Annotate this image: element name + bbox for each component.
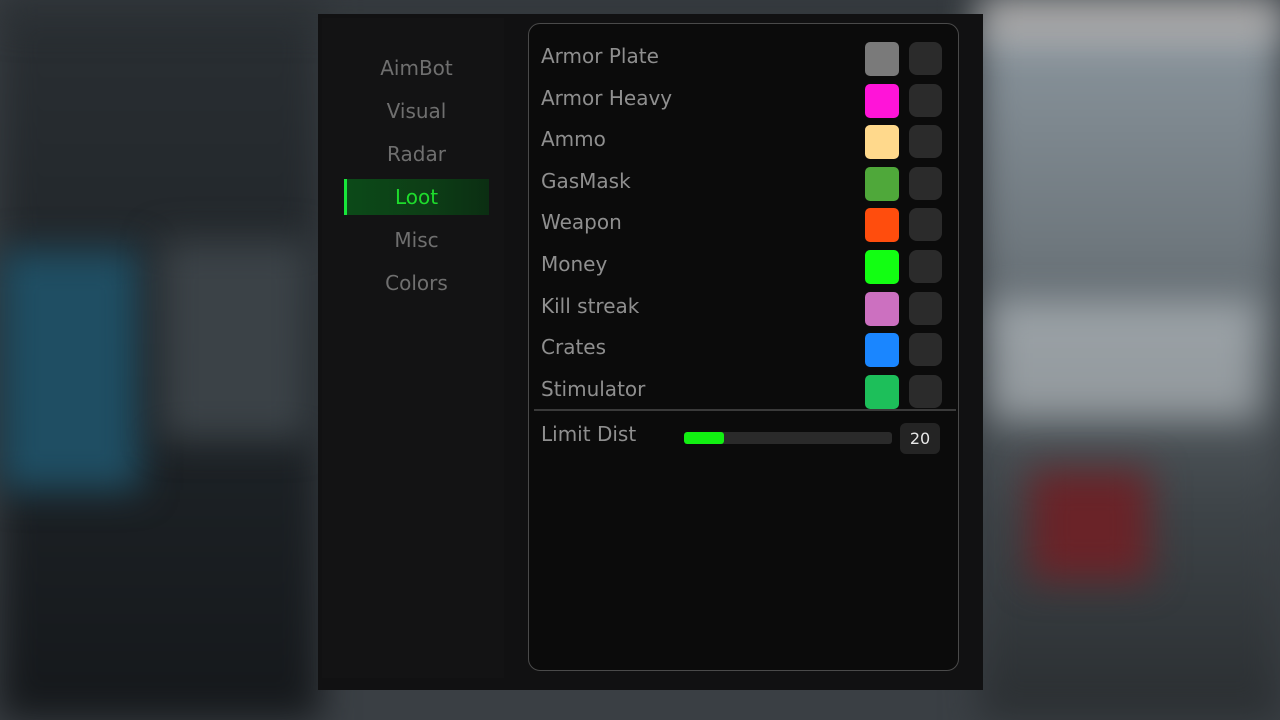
loot-row-stimulator: Stimulator bbox=[529, 371, 958, 411]
tab-radar[interactable]: Radar bbox=[344, 136, 489, 172]
tab-misc[interactable]: Misc bbox=[344, 222, 489, 258]
loot-row-label: Armor Heavy bbox=[541, 86, 673, 110]
limit-dist-label: Limit Dist bbox=[541, 422, 637, 446]
loot-row-label: Armor Plate bbox=[541, 44, 659, 68]
loot-row-kill-streak: Kill streak bbox=[529, 288, 958, 328]
color-swatch[interactable] bbox=[865, 42, 899, 76]
toggle-checkbox[interactable] bbox=[909, 125, 942, 158]
toggle-checkbox[interactable] bbox=[909, 84, 942, 117]
limit-dist-row: Limit Dist 20 bbox=[529, 416, 958, 456]
loot-row-money: Money bbox=[529, 246, 958, 286]
color-swatch[interactable] bbox=[865, 125, 899, 159]
color-swatch[interactable] bbox=[865, 292, 899, 326]
color-swatch[interactable] bbox=[865, 333, 899, 367]
loot-row-label: Ammo bbox=[541, 127, 606, 151]
loot-row-ammo: Ammo bbox=[529, 121, 958, 161]
loot-row-label: Money bbox=[541, 252, 608, 276]
loot-row-weapon: Weapon bbox=[529, 204, 958, 244]
loot-row-label: Crates bbox=[541, 335, 607, 359]
limit-dist-slider[interactable] bbox=[684, 432, 892, 444]
loot-row-armor-heavy: Armor Heavy bbox=[529, 80, 958, 120]
color-swatch[interactable] bbox=[865, 84, 899, 118]
toggle-checkbox[interactable] bbox=[909, 250, 942, 283]
loot-row-armor-plate: Armor Plate bbox=[529, 38, 958, 78]
section-divider bbox=[534, 409, 956, 411]
loot-row-label: Stimulator bbox=[541, 377, 646, 401]
loot-row-label: GasMask bbox=[541, 169, 631, 193]
tab-colors[interactable]: Colors bbox=[344, 265, 489, 301]
toggle-checkbox[interactable] bbox=[909, 375, 942, 408]
toggle-checkbox[interactable] bbox=[909, 333, 942, 366]
sidebar: AimBot Visual Radar Loot Misc Colors bbox=[322, 18, 504, 678]
toggle-checkbox[interactable] bbox=[909, 292, 942, 325]
tab-loot[interactable]: Loot bbox=[344, 179, 489, 215]
cheat-menu-window: AimBot Visual Radar Loot Misc Colors Arm… bbox=[318, 14, 983, 690]
loot-row-crates: Crates bbox=[529, 329, 958, 369]
loot-settings-panel: Armor Plate Armor Heavy Ammo GasMask Wea… bbox=[528, 23, 959, 671]
color-swatch[interactable] bbox=[865, 208, 899, 242]
loot-row-gasmask: GasMask bbox=[529, 163, 958, 203]
loot-row-label: Kill streak bbox=[541, 294, 640, 318]
color-swatch[interactable] bbox=[865, 167, 899, 201]
toggle-checkbox[interactable] bbox=[909, 42, 942, 75]
toggle-checkbox[interactable] bbox=[909, 208, 942, 241]
tab-aimbot[interactable]: AimBot bbox=[344, 50, 489, 86]
color-swatch[interactable] bbox=[865, 250, 899, 284]
toggle-checkbox[interactable] bbox=[909, 167, 942, 200]
loot-row-label: Weapon bbox=[541, 210, 622, 234]
tab-visual[interactable]: Visual bbox=[344, 93, 489, 129]
color-swatch[interactable] bbox=[865, 375, 899, 409]
limit-dist-value: 20 bbox=[900, 423, 940, 454]
limit-dist-slider-fill bbox=[684, 432, 724, 444]
